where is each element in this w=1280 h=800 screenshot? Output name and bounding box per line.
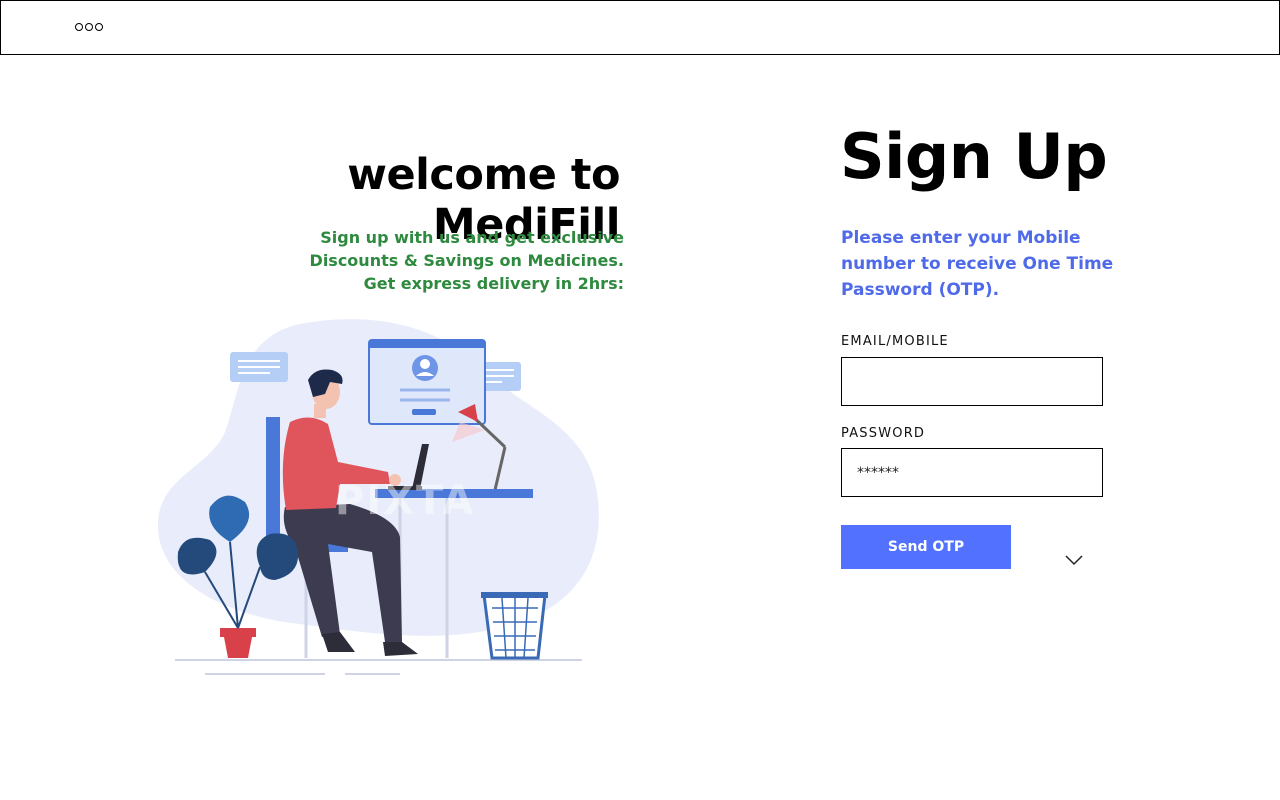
signup-illustration: PIXTA	[157, 319, 599, 675]
password-label: PASSWORD	[841, 426, 926, 441]
promo-line-3: Get express delivery in 2hrs:	[363, 274, 624, 293]
page: welcome to MediFill Sign up with us and …	[0, 0, 1280, 800]
email-mobile-input[interactable]	[841, 357, 1103, 406]
promo-line-1: Sign up with us and get exclusive	[320, 228, 624, 247]
password-input[interactable]	[841, 448, 1103, 497]
top-bar	[0, 0, 1280, 55]
promo-line-2: Discounts & Savings on Medicines.	[309, 251, 624, 270]
chevron-down-icon[interactable]	[1064, 553, 1084, 567]
send-otp-button[interactable]: Send OTP	[841, 525, 1011, 569]
email-mobile-label: EMAIL/MOBILE	[841, 334, 949, 349]
more-horizontal-icon[interactable]	[75, 23, 103, 31]
signup-subtitle: Please enter your Mobile number to recei…	[841, 228, 1114, 300]
promo-text: Sign up with us and get exclusive Discou…	[300, 226, 624, 295]
chat-bubble-left	[230, 352, 288, 382]
waste-basket	[481, 592, 548, 660]
watermark-text: PIXTA	[335, 478, 475, 524]
signup-title: Sign Up	[840, 120, 1108, 193]
